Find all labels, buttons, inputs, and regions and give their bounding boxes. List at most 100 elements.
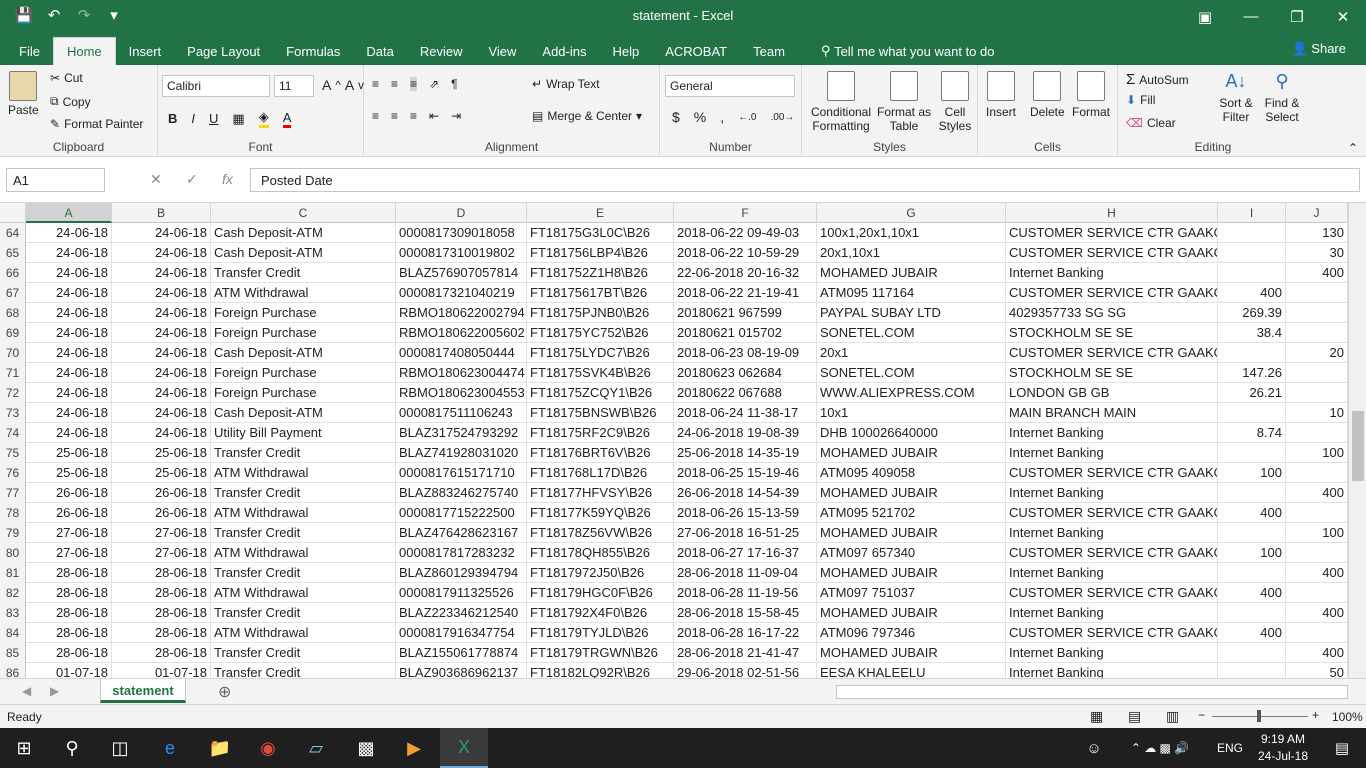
cell-b[interactable]: 24-06-18 bbox=[112, 423, 211, 443]
cell-j[interactable] bbox=[1286, 363, 1348, 383]
name-box[interactable]: A1 bbox=[6, 168, 105, 192]
cell-f[interactable]: 25-06-2018 14-35-19 bbox=[674, 443, 817, 463]
format-cells-button[interactable]: Format bbox=[1072, 71, 1110, 119]
column-header-b[interactable]: B bbox=[112, 203, 211, 223]
cell-j[interactable] bbox=[1286, 283, 1348, 303]
cell-b[interactable]: 24-06-18 bbox=[112, 223, 211, 243]
language-indicator[interactable]: ENG bbox=[1206, 728, 1254, 768]
cell-e[interactable]: FT18175LYDC7\B26 bbox=[527, 343, 674, 363]
cell-h[interactable]: Internet Banking bbox=[1006, 443, 1218, 463]
column-header-j[interactable]: J bbox=[1286, 203, 1348, 223]
cell-d[interactable]: BLAZ860129394794 bbox=[396, 563, 527, 583]
column-header-c[interactable]: C bbox=[211, 203, 396, 223]
cell-c[interactable]: Foreign Purchase bbox=[211, 363, 396, 383]
cell-f[interactable]: 28-06-2018 15-58-45 bbox=[674, 603, 817, 623]
cell-j[interactable] bbox=[1286, 543, 1348, 563]
row-header[interactable]: 72 bbox=[0, 383, 26, 403]
cell-h[interactable]: Internet Banking bbox=[1006, 563, 1218, 583]
cell-g[interactable]: MOHAMED JUBAIR bbox=[817, 643, 1006, 663]
cell-e[interactable]: FT18179TYJLD\B26 bbox=[527, 623, 674, 643]
cell-f[interactable]: 28-06-2018 11-09-04 bbox=[674, 563, 817, 583]
cell-h[interactable]: CUSTOMER SERVICE CTR GAAKOSH bbox=[1006, 543, 1218, 563]
page-break-icon[interactable]: ▥ bbox=[1166, 708, 1179, 725]
cell-e[interactable]: FT18175YC752\B26 bbox=[527, 323, 674, 343]
cell-f[interactable]: 28-06-2018 21-41-47 bbox=[674, 643, 817, 663]
cell-h[interactable]: CUSTOMER SERVICE CTR GAAKOSH bbox=[1006, 463, 1218, 483]
cell-e[interactable]: FT18175BNSWB\B26 bbox=[527, 403, 674, 423]
cell-h[interactable]: CUSTOMER SERVICE CTR GAAKOSHI bbox=[1006, 243, 1218, 263]
formula-input[interactable]: Posted Date bbox=[250, 168, 1360, 192]
cell-d[interactable]: BLAZ476428623167 bbox=[396, 523, 527, 543]
cell-g[interactable]: ATM095 117164 bbox=[817, 283, 1006, 303]
cell-d[interactable]: RBMO180622002794 bbox=[396, 303, 527, 323]
cell-d[interactable]: RBMO180623004474 bbox=[396, 363, 527, 383]
cell-g[interactable]: EESA KHALEELU bbox=[817, 663, 1006, 678]
row-header[interactable]: 73 bbox=[0, 403, 26, 423]
cell-a[interactable]: 28-06-18 bbox=[26, 623, 112, 643]
prev-sheet-icon[interactable]: ◀ bbox=[22, 684, 31, 698]
cell-b[interactable]: 24-06-18 bbox=[112, 343, 211, 363]
cell-b[interactable]: 28-06-18 bbox=[112, 603, 211, 623]
cell-b[interactable]: 24-06-18 bbox=[112, 383, 211, 403]
cell-g[interactable]: MOHAMED JUBAIR bbox=[817, 483, 1006, 503]
cell-f[interactable]: 2018-06-22 21-19-41 bbox=[674, 283, 817, 303]
cell-i[interactable] bbox=[1218, 523, 1286, 543]
cell-b[interactable]: 24-06-18 bbox=[112, 363, 211, 383]
cancel-icon[interactable]: ✕ bbox=[150, 171, 162, 188]
cell-d[interactable]: BLAZ903686962137 bbox=[396, 663, 527, 678]
cell-a[interactable]: 28-06-18 bbox=[26, 583, 112, 603]
row-header[interactable]: 69 bbox=[0, 323, 26, 343]
cell-a[interactable]: 24-06-18 bbox=[26, 423, 112, 443]
cell-a[interactable]: 25-06-18 bbox=[26, 443, 112, 463]
cell-c[interactable]: Transfer Credit bbox=[211, 263, 396, 283]
tab-insert[interactable]: Insert bbox=[116, 37, 175, 65]
cell-d[interactable]: BLAZ883246275740 bbox=[396, 483, 527, 503]
app-icon[interactable]: ▱ bbox=[292, 728, 340, 768]
row-header[interactable]: 81 bbox=[0, 563, 26, 583]
cell-h[interactable]: Internet Banking bbox=[1006, 483, 1218, 503]
task-view-icon[interactable]: ◫ bbox=[96, 728, 144, 768]
cell-i[interactable] bbox=[1218, 643, 1286, 663]
cell-i[interactable] bbox=[1218, 563, 1286, 583]
delete-cells-button[interactable]: Delete bbox=[1030, 71, 1065, 119]
zoom-level[interactable]: 100% bbox=[1332, 710, 1363, 724]
increase-indent-icon[interactable]: ⇥ bbox=[451, 109, 461, 123]
cell-c[interactable]: ATM Withdrawal bbox=[211, 283, 396, 303]
cell-f[interactable]: 22-06-2018 20-16-32 bbox=[674, 263, 817, 283]
cell-j[interactable] bbox=[1286, 503, 1348, 523]
cell-b[interactable]: 27-06-18 bbox=[112, 523, 211, 543]
column-header-g[interactable]: G bbox=[817, 203, 1006, 223]
cell-a[interactable]: 24-06-18 bbox=[26, 243, 112, 263]
cell-g[interactable]: MOHAMED JUBAIR bbox=[817, 443, 1006, 463]
close-icon[interactable]: ✕ bbox=[1320, 0, 1366, 33]
cell-a[interactable]: 24-06-18 bbox=[26, 303, 112, 323]
cell-j[interactable]: 20 bbox=[1286, 343, 1348, 363]
cell-f[interactable]: 20180621 967599 bbox=[674, 303, 817, 323]
cell-g[interactable]: 10x1 bbox=[817, 403, 1006, 423]
row-header[interactable]: 80 bbox=[0, 543, 26, 563]
cell-g[interactable]: MOHAMED JUBAIR bbox=[817, 563, 1006, 583]
cell-h[interactable]: Internet Banking bbox=[1006, 603, 1218, 623]
tab-team[interactable]: Team bbox=[740, 37, 798, 65]
cell-d[interactable]: 0000817615171710 bbox=[396, 463, 527, 483]
font-size-buttons[interactable]: A ^ Av bbox=[322, 77, 364, 93]
cell-j[interactable]: 50 bbox=[1286, 663, 1348, 678]
cell-f[interactable]: 20180622 067688 bbox=[674, 383, 817, 403]
align-right-icon[interactable]: ≡ bbox=[410, 109, 417, 123]
row-header[interactable]: 65 bbox=[0, 243, 26, 263]
cell-j[interactable]: 400 bbox=[1286, 563, 1348, 583]
percent-button[interactable]: % bbox=[694, 109, 706, 125]
terminal-icon[interactable]: ▩ bbox=[342, 728, 390, 768]
tab-acrobat[interactable]: ACROBAT bbox=[652, 37, 740, 65]
cell-b[interactable]: 27-06-18 bbox=[112, 543, 211, 563]
column-header-a[interactable]: A bbox=[26, 203, 112, 223]
row-header[interactable]: 76 bbox=[0, 463, 26, 483]
cell-b[interactable]: 24-06-18 bbox=[112, 243, 211, 263]
cell-i[interactable]: 38.4 bbox=[1218, 323, 1286, 343]
tab-file[interactable]: File bbox=[6, 37, 53, 65]
zoom-in-icon[interactable]: + bbox=[1312, 708, 1319, 722]
cell-a[interactable]: 26-06-18 bbox=[26, 483, 112, 503]
cell-b[interactable]: 28-06-18 bbox=[112, 563, 211, 583]
cell-d[interactable]: 0000817408050444 bbox=[396, 343, 527, 363]
cell-i[interactable]: 269.39 bbox=[1218, 303, 1286, 323]
